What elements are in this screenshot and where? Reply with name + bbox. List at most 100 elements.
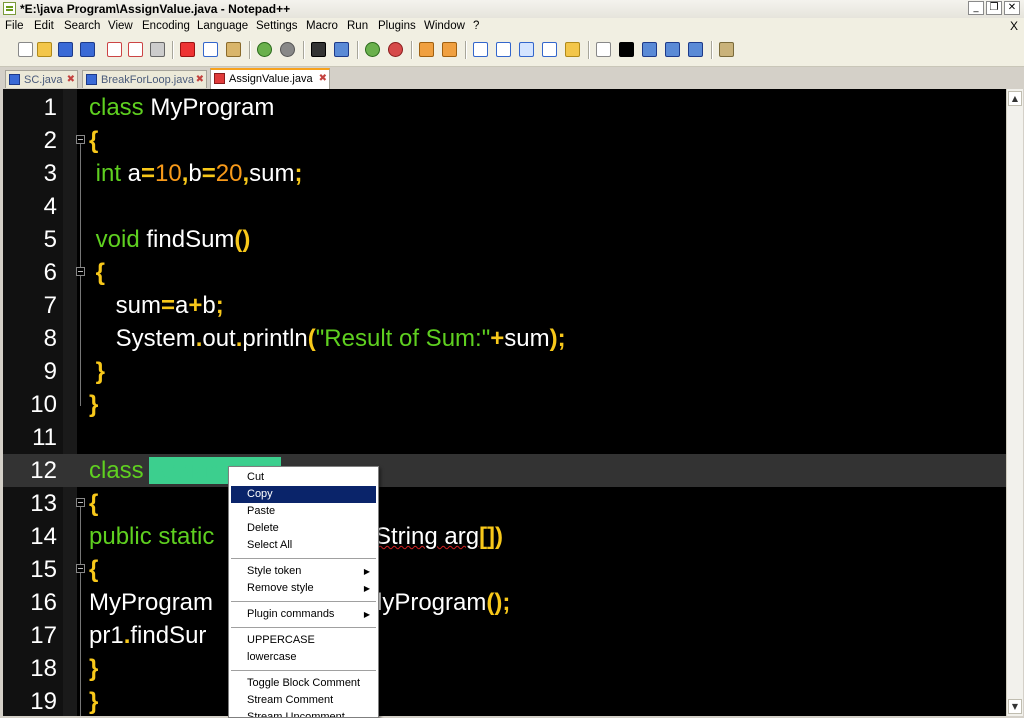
menu-plugins[interactable]: Plugins [378,20,416,32]
zoom-in-icon[interactable] [365,42,380,57]
print-icon[interactable] [150,42,165,57]
zoom-out-icon[interactable] [388,42,403,57]
fold-toggle-icon[interactable] [76,135,85,144]
new-file-icon[interactable] [18,42,33,57]
code-text: int a=10,b=20,sum; [89,160,303,187]
code-line: 18 } [3,652,1006,685]
show-all-characters-icon[interactable] [496,42,511,57]
menu-item-stream-comment[interactable]: Stream Comment [231,692,376,709]
window-title: *E:\java Program\AssignValue.java - Note… [20,2,291,16]
save-all-icon[interactable] [80,42,95,57]
code-line: 17 pr1.findSur [3,619,1006,652]
menu-view[interactable]: View [108,20,133,32]
vertical-scrollbar[interactable]: ▲ ▼ [1006,89,1023,716]
close-icon[interactable]: ✖ [196,71,204,89]
scroll-up-arrow-icon[interactable]: ▲ [1008,91,1022,106]
fold-toggle-icon[interactable] [76,564,85,573]
code-text: sum=a+b; [89,292,224,319]
menu-item-plugin-commands[interactable]: Plugin commands ▶ [231,606,376,623]
menu-macro[interactable]: Macro [306,20,338,32]
restore-button[interactable]: ❐ [986,1,1002,15]
context-menu: Cut Copy Paste Delete Select All Style t… [228,466,379,718]
replace-icon[interactable] [334,42,349,57]
open-file-icon[interactable] [37,42,52,57]
close-all-icon[interactable] [128,42,143,57]
redo-icon[interactable] [280,42,295,57]
menu-item-stream-uncomment[interactable]: Stream Uncomment [231,709,376,717]
menu-item-delete[interactable]: Delete [231,520,376,537]
tab-label: SC.java [24,74,63,86]
code-text: class MyProgram [89,94,275,121]
sync-vertical-icon[interactable] [419,42,434,57]
menu-window[interactable]: Window [424,20,465,32]
line-number: 15 [30,556,57,583]
menu-edit[interactable]: Edit [34,20,54,32]
plugin-icon[interactable] [719,42,734,57]
menu-settings[interactable]: Settings [256,20,298,32]
code-line-current: 12 class AssignValue [3,454,1006,487]
code-text: lyProgram(); [377,589,511,616]
submenu-arrow-icon: ▶ [363,610,370,619]
code-editor[interactable]: 1 class MyProgram 2 { 3 int a=10,b=20,su… [3,89,1006,716]
paste-icon[interactable] [226,42,241,57]
close-file-icon[interactable] [107,42,122,57]
cut-icon[interactable] [180,42,195,57]
code-text: } [89,391,99,418]
menu-item-copy[interactable]: Copy [231,486,376,503]
menu-item-paste[interactable]: Paste [231,503,376,520]
tab-assignvalue-java[interactable]: AssignValue.java ✖ [210,68,330,89]
menu-item-cut[interactable]: Cut [231,469,376,486]
menu-help[interactable]: ? [473,20,479,32]
code-text: } [89,358,106,385]
menu-run[interactable]: Run [347,20,368,32]
save-macro-icon[interactable] [688,42,703,57]
sync-horizontal-icon[interactable] [442,42,457,57]
code-line: 8 System.out.println("Result of Sum:"+su… [3,322,1006,355]
close-document-button[interactable]: X [1010,19,1018,33]
code-text: void findSum() [89,226,251,253]
code-line: 9 } [3,355,1006,388]
menu-item-lowercase[interactable]: lowercase [231,649,376,666]
close-icon[interactable]: ✖ [67,71,75,89]
menu-language[interactable]: Language [197,20,248,32]
code-line: 15 { [3,553,1006,586]
tab-sc-java[interactable]: SC.java ✖ [5,70,78,88]
tab-label: AssignValue.java [229,73,313,85]
menu-item-remove-style[interactable]: Remove style ▶ [231,580,376,597]
menu-file[interactable]: File [5,20,24,32]
menu-item-uppercase[interactable]: UPPERCASE [231,632,376,649]
doc-map-icon[interactable] [565,42,580,57]
line-number: 5 [43,226,57,253]
code-text: { [89,127,99,154]
menu-encoding[interactable]: Encoding [142,20,190,32]
close-icon[interactable]: ✖ [319,70,327,88]
stop-macro-icon[interactable] [619,42,634,57]
close-button[interactable]: ✕ [1004,1,1020,15]
indent-guide-icon[interactable] [519,42,534,57]
find-icon[interactable] [311,42,326,57]
scroll-down-arrow-icon[interactable]: ▼ [1008,699,1022,714]
play-macro-icon[interactable] [642,42,657,57]
menu-item-style-token[interactable]: Style token ▶ [231,563,376,580]
code-line: 10 } [3,388,1006,421]
code-line: 5 void findSum() [3,223,1006,256]
submenu-arrow-icon: ▶ [363,567,370,576]
save-icon[interactable] [58,42,73,57]
user-language-icon[interactable] [542,42,557,57]
code-text: pr1.findSur [89,622,207,649]
minimize-button[interactable]: _ [968,1,984,15]
fold-toggle-icon[interactable] [76,267,85,276]
undo-icon[interactable] [257,42,272,57]
tab-label: BreakForLoop.java [101,74,194,86]
fold-toggle-icon[interactable] [76,498,85,507]
menu-item-select-all[interactable]: Select All [231,537,376,554]
run-macro-multiple-icon[interactable] [665,42,680,57]
code-text: public static [89,523,215,550]
record-macro-icon[interactable] [596,42,611,57]
menu-search[interactable]: Search [64,20,100,32]
word-wrap-icon[interactable] [473,42,488,57]
copy-icon[interactable] [203,42,218,57]
menu-item-toggle-block-comment[interactable]: Toggle Block Comment [231,675,376,692]
tab-breakforloop-java[interactable]: BreakForLoop.java ✖ [82,70,207,88]
code-line: 16 MyProgram lyProgram(); [3,586,1006,619]
